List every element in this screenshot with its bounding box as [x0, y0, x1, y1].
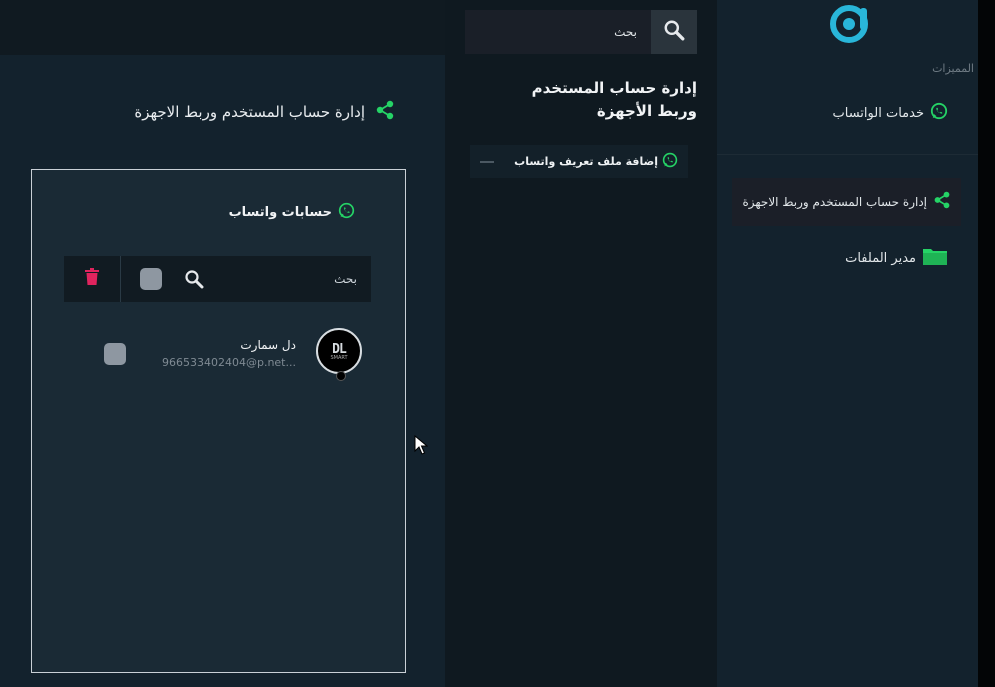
search-icon[interactable]: [181, 256, 207, 302]
trash-icon: [84, 268, 100, 290]
card-header-text: حسابات واتساب: [228, 205, 332, 220]
account-checkbox[interactable]: [104, 343, 126, 365]
whatsapp-icon: [338, 202, 355, 223]
page-title: إدارة حساب المستخدم وربط الاجهزة: [134, 100, 395, 124]
add-whatsapp-profile-item[interactable]: إضافة ملف تعريف واتساب: [470, 145, 688, 178]
sidebar-item-label: مدير الملفات: [845, 250, 916, 266]
add-whatsapp-profile-text: إضافة ملف تعريف واتساب: [514, 155, 658, 168]
page-title-text: إدارة حساب المستخدم وربط الاجهزة: [134, 103, 365, 121]
mouse-cursor-icon: [414, 434, 429, 459]
account-name: دل سمارت: [240, 338, 296, 352]
add-whatsapp-profile-label: إضافة ملف تعريف واتساب: [514, 152, 678, 171]
search-button[interactable]: [651, 10, 697, 54]
folder-icon: [922, 246, 948, 270]
whatsapp-icon: [930, 102, 948, 124]
account-number: 966533402404@p.net...: [161, 356, 296, 369]
main-content: إدارة حساب المستخدم وربط الاجهزة حسابات …: [0, 55, 445, 687]
avatar: DL SMART: [316, 328, 362, 374]
account-row[interactable]: دل سمارت 966533402404@p.net... DL SMART: [92, 328, 362, 388]
checkbox-square: [140, 268, 163, 290]
sidebar-item-label: خدمات الواتساب: [832, 105, 924, 121]
share-icon: [375, 100, 395, 124]
sidebar-item-whatsapp-services[interactable]: خدمات الواتساب: [833, 102, 948, 124]
search-icon: [663, 19, 685, 45]
accounts-search-input[interactable]: [207, 256, 371, 302]
avatar-logo-sub: SMART: [330, 354, 348, 361]
sidebar-section-label: المميزات: [932, 62, 974, 75]
sidebar-item-file-manager[interactable]: مدير الملفات: [845, 246, 948, 270]
app-logo-icon[interactable]: [827, 2, 873, 52]
accounts-toolbar: [64, 256, 371, 302]
sidebar-item-user-account-management[interactable]: إدارة حساب المستخدم وربط الاجهزة: [732, 178, 961, 226]
status-dot: [336, 371, 346, 381]
account-info: دل سمارت 966533402404@p.net...: [162, 338, 296, 369]
card-header: حسابات واتساب: [229, 202, 355, 223]
whatsapp-icon: [662, 152, 678, 171]
sidebar-item-label: إدارة حساب المستخدم وربط الاجهزة: [742, 195, 927, 209]
middle-title: إدارة حساب المستخدم وربط الأجهزة: [531, 79, 697, 120]
middle-panel: إدارة حساب المستخدم وربط الأجهزة إضافة م…: [445, 0, 717, 687]
whatsapp-accounts-card: حسابات واتساب دل سمارت 966533402404@p.ne…: [31, 169, 406, 673]
middle-search-box: [465, 10, 697, 54]
share-icon: [933, 191, 951, 213]
middle-search-input[interactable]: [465, 10, 651, 54]
delete-button[interactable]: [64, 256, 121, 302]
drag-handle-icon[interactable]: [480, 160, 494, 163]
select-all-checkbox[interactable]: [121, 256, 181, 302]
window-edge: [978, 0, 995, 687]
divider: [717, 154, 978, 155]
sidebar: المميزات خدمات الواتساب إدارة حساب المست…: [717, 0, 978, 687]
